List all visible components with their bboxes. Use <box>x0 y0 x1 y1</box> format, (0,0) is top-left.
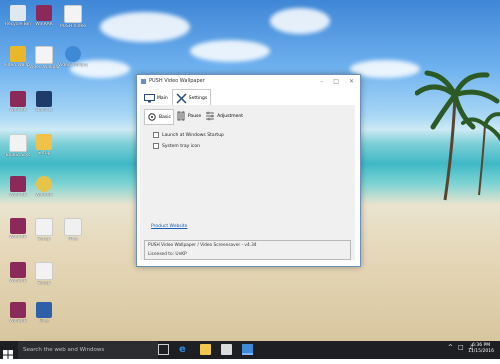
checkbox-box[interactable] <box>153 132 159 138</box>
close-icon[interactable]: ✕ <box>349 78 354 85</box>
push-video-wallpaper-taskbar-icon[interactable] <box>242 344 253 355</box>
search-box[interactable]: Search the web and Windows <box>18 341 158 359</box>
clock-date: 11/15/2016 <box>468 349 494 354</box>
document-icon <box>64 5 82 23</box>
system-tray-label: System tray icon <box>162 143 201 149</box>
tab-settings[interactable]: Settings <box>171 89 212 106</box>
document-icon <box>35 46 53 64</box>
app-icon <box>141 78 146 84</box>
winrar-icon <box>10 262 26 278</box>
task-view-icon[interactable] <box>158 344 169 355</box>
version-text: PUSH Video Wallpaper / Video Screensaver… <box>148 243 257 248</box>
desktop-icon-setup[interactable]: Setup <box>29 134 59 156</box>
winrar-icon <box>10 218 26 234</box>
settings-panel: Basic Pause Adjustment Launch at Windows… <box>140 105 355 260</box>
folder-icon <box>36 134 52 150</box>
monitor-icon <box>144 93 155 102</box>
document-icon <box>35 262 53 280</box>
launch-startup-checkbox[interactable]: Launch at Windows Startup <box>153 132 224 138</box>
push-video-wallpaper-window: PUSH Video Wallpaper – □ ✕ Main Settings… <box>136 74 361 267</box>
app-icon <box>36 176 52 192</box>
subtab-pause-label: Pause <box>187 113 202 119</box>
desktop-icon-video-wallpaper-2[interactable]: Video Wallpaper <box>29 46 59 70</box>
subtab-adjustment[interactable]: Adjustment <box>203 109 245 123</box>
version-info-box: PUSH Video Wallpaper / Video Screensaver… <box>144 240 351 260</box>
desktop-icon-winrar[interactable]: WinRAR <box>29 5 59 27</box>
gear-icon <box>148 113 156 121</box>
pause-icon <box>177 111 185 121</box>
store-icon[interactable] <box>221 344 232 355</box>
winrar-icon <box>10 302 26 318</box>
file-explorer-icon[interactable] <box>200 344 211 355</box>
subtab-basic[interactable]: Basic <box>144 109 174 125</box>
palm-trees <box>415 70 500 201</box>
cloud <box>100 12 190 42</box>
desktop-icon-setup-2[interactable]: Setup <box>29 218 59 242</box>
cloud <box>270 8 330 34</box>
winrar-icon <box>10 91 26 107</box>
winrar-icon <box>10 176 26 192</box>
desktop-icon-winrar-4[interactable]: WinRAR <box>29 176 59 198</box>
windows-start-icon[interactable] <box>3 345 13 360</box>
winrar-icon <box>36 5 52 21</box>
shield-icon <box>36 302 52 318</box>
desktop-icon-setup-3[interactable]: Setup <box>29 262 59 286</box>
network-icon[interactable]: □ <box>458 344 464 351</box>
desktop-icon-video-wallpaper-3[interactable]: Video Wallpaper <box>58 46 88 68</box>
maximize-icon[interactable]: □ <box>333 78 339 85</box>
system-tray-checkbox[interactable]: System tray icon <box>153 143 200 149</box>
tab-main-label: Main <box>157 95 168 101</box>
document-icon <box>35 218 53 236</box>
tab-settings-label: Settings <box>188 95 208 101</box>
app-icon <box>10 46 26 62</box>
desktop-icon-files-2[interactable]: Files <box>29 302 59 324</box>
license-text: Licensed to: UnKP <box>148 252 187 257</box>
document-icon <box>9 134 27 152</box>
search-placeholder: Search the web and Windows <box>23 347 105 353</box>
settings-subtabs: Basic Pause Adjustment <box>140 105 355 125</box>
taskbar-apps: e <box>158 344 253 355</box>
sliders-icon <box>206 111 215 121</box>
desktop-icon-push-video[interactable]: PUSH Video <box>58 5 88 29</box>
title-bar: PUSH Video Wallpaper – □ ✕ <box>137 75 360 87</box>
subtab-basic-label: Basic <box>159 114 171 120</box>
globe-icon <box>65 46 81 62</box>
tools-icon <box>176 92 187 104</box>
desktop-icon-files[interactable]: Files <box>58 218 88 242</box>
window-title: PUSH Video Wallpaper <box>149 78 205 84</box>
subtab-adjustment-label: Adjustment <box>217 113 243 119</box>
app-icon <box>36 91 52 107</box>
product-website-link[interactable]: Product Website <box>151 224 187 229</box>
taskbar: Search the web and Windows e ^ □ ♫ 6:36 … <box>0 341 500 360</box>
recycle-bin-icon <box>10 5 26 21</box>
launch-startup-label: Launch at Windows Startup <box>162 132 224 138</box>
subtab-pause[interactable]: Pause <box>174 109 203 123</box>
edge-browser-icon[interactable]: e <box>179 344 190 355</box>
cloud <box>190 40 270 62</box>
document-icon <box>64 218 82 236</box>
desktop-icon-davinci[interactable]: Davinci <box>29 91 59 113</box>
checkbox-box[interactable] <box>153 143 159 149</box>
minimize-icon[interactable]: – <box>320 78 323 85</box>
chevron-up-icon[interactable]: ^ <box>448 344 453 351</box>
clock[interactable]: 6:36 PM 11/15/2016 <box>468 343 494 355</box>
